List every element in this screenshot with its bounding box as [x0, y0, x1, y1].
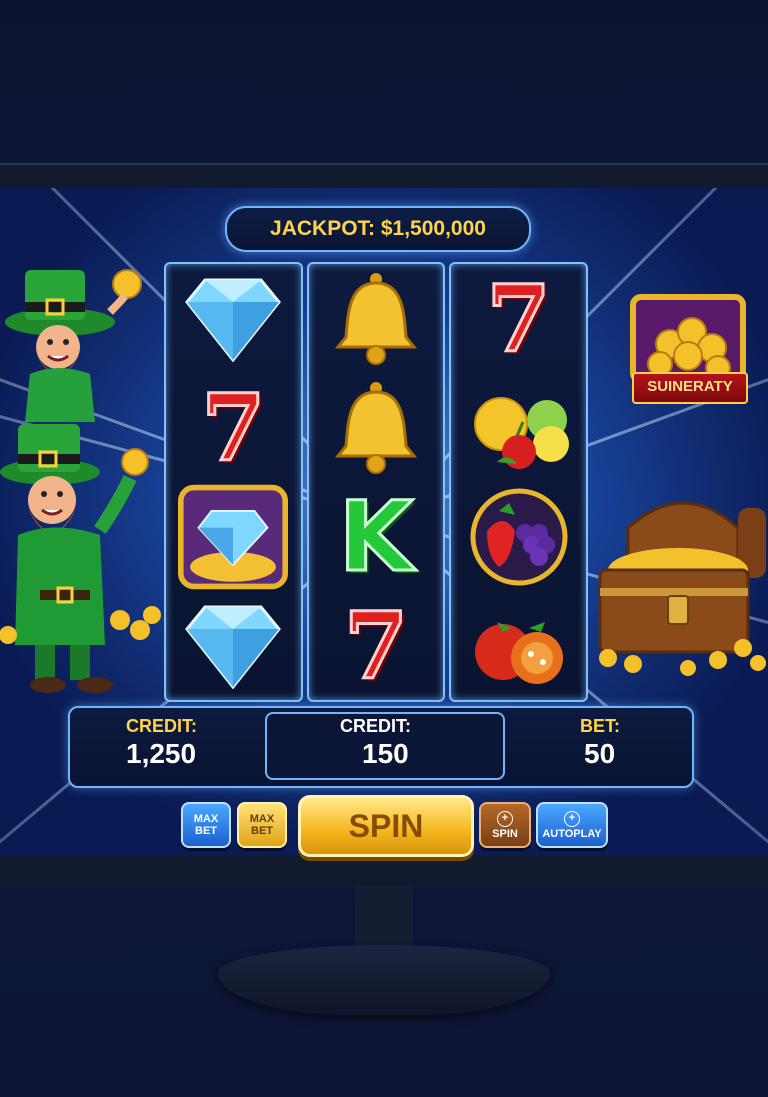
bell-icon — [321, 376, 431, 480]
credit-mid-label: CREDIT: — [340, 716, 411, 736]
max-bet-gold-button[interactable]: MAX BET — [237, 802, 287, 848]
reel-1: 7 — [164, 262, 303, 702]
treasure-chest-illustration — [598, 501, 766, 676]
spin-small-label: SPIN — [492, 827, 518, 840]
bet-value: 50 — [584, 738, 616, 769]
autoplay-button[interactable]: + AUTOPLAY — [536, 802, 608, 848]
credit-left-value: 1,250 — [126, 738, 197, 769]
citrus-fruits-icon — [464, 376, 574, 480]
reel-2: K 7 — [306, 262, 446, 702]
berry-fruits-icon — [464, 485, 574, 589]
diamond-icon — [178, 267, 288, 371]
credit-left-label: CREDIT: — [126, 716, 197, 736]
plus-icon: + — [497, 810, 513, 827]
plus-icon: + — [564, 810, 580, 827]
seven-symbol: 7 — [485, 264, 552, 373]
max-bet-gold-label: MAX BET — [249, 813, 275, 837]
bet-label: BET: — [580, 716, 620, 736]
leprechaun-top-illustration — [5, 269, 142, 422]
monitor-stand-base — [218, 945, 550, 1015]
max-bet-button[interactable]: MAX BET — [181, 802, 231, 848]
max-bet-label: MAX BET — [193, 813, 219, 837]
spin-small-button[interactable]: + SPIN — [479, 802, 531, 848]
diamond-icon — [178, 594, 288, 698]
bonus-badge-label: SUINERATY — [632, 372, 748, 404]
reels-area: 7 K 7 7 — [164, 262, 589, 702]
letter-k-symbol: K — [337, 480, 414, 593]
diamond-gold-frame-icon — [178, 484, 289, 589]
tomato-fruits-icon — [464, 594, 574, 698]
credit-mid-value: 150 — [362, 738, 409, 769]
seven-symbol: 7 — [342, 591, 409, 700]
spin-button[interactable]: SPIN — [298, 795, 474, 857]
autoplay-label: AUTOPLAY — [542, 827, 602, 840]
reel-3: 7 — [449, 262, 589, 702]
bell-icon — [321, 267, 431, 371]
seven-symbol: 7 — [200, 373, 267, 482]
jackpot-banner: JACKPOT: $1,500,000 — [225, 206, 531, 252]
leprechaun-bottom-illustration — [0, 424, 161, 693]
